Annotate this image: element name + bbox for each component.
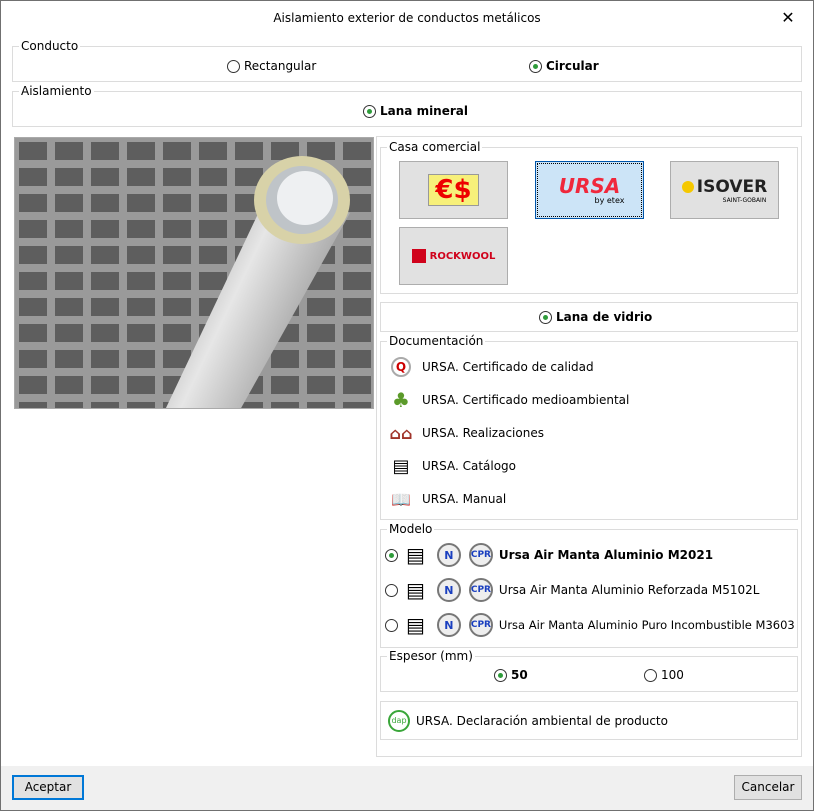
ursa-logo-sub: by etex	[594, 195, 625, 205]
radio-circle[interactable]	[539, 310, 552, 324]
radio-lana-vidrio[interactable]: Lana de vidrio	[539, 310, 652, 324]
isover-dot-icon	[681, 180, 694, 193]
model-radio[interactable]	[385, 548, 398, 562]
model-radio[interactable]	[385, 583, 398, 597]
radio-circle[interactable]	[494, 668, 507, 682]
ursa-logo: URSA	[558, 173, 621, 198]
aislamiento-label: Aislamiento	[19, 84, 94, 98]
model-label: Ursa Air Manta Aluminio Puro Incombustib…	[498, 618, 795, 632]
radio-label: Lana de vidrio	[556, 310, 653, 324]
radio-label: 50	[511, 668, 528, 682]
radio-rectangular[interactable]: Rectangular	[227, 59, 316, 73]
buildings-icon: ⌂⌂	[389, 423, 413, 443]
radio-lana-mineral[interactable]: Lana mineral	[363, 104, 468, 118]
radio-label: Circular	[546, 59, 599, 73]
isover-logo-sub: SAINT-GOBAIN	[722, 196, 767, 204]
radio-circle[interactable]	[227, 59, 240, 73]
radio-label: 100	[661, 668, 684, 682]
doc-item-label: URSA. Certificado medioambiental	[422, 393, 630, 407]
n-mark-icon[interactable]: N	[436, 578, 461, 602]
dap-link[interactable]: dap URSA. Declaración ambiental de produ…	[388, 710, 668, 732]
model-radio[interactable]	[385, 618, 398, 632]
model-row[interactable]: ▤ N CPR Ursa Air Manta Aluminio Puro Inc…	[385, 612, 795, 638]
espesor-label: Espesor (mm)	[387, 649, 475, 663]
doc-item-realizaciones[interactable]: ⌂⌂ URSA. Realizaciones	[390, 422, 544, 444]
radio-label: Rectangular	[244, 59, 317, 73]
model-label: Ursa Air Manta Aluminio M2021	[498, 548, 714, 562]
datasheet-icon[interactable]: ▤	[406, 543, 425, 567]
rockwool-square-icon	[411, 249, 426, 263]
footer-bar	[1, 766, 813, 810]
brand-isover-button[interactable]: ISOVER SAINT-GOBAIN	[670, 161, 779, 219]
accept-button[interactable]: Aceptar	[12, 775, 84, 800]
brand-ursa-button[interactable]: URSA by etex	[535, 161, 644, 219]
brand-generic-button[interactable]: €$	[399, 161, 508, 219]
doc-item-medioambiental[interactable]: ♣ URSA. Certificado medioambiental	[390, 388, 630, 412]
conducto-group: Conducto	[12, 39, 802, 82]
catalog-icon: ▤	[392, 455, 410, 477]
documentacion-label: Documentación	[387, 334, 486, 348]
model-row[interactable]: ▤ N CPR Ursa Air Manta Aluminio M2021	[385, 542, 713, 568]
n-mark-icon[interactable]: N	[436, 613, 461, 637]
radio-espesor-50[interactable]: 50	[494, 668, 528, 682]
duct-illustration	[14, 137, 374, 409]
doc-item-manual[interactable]: 📖 URSA. Manual	[390, 488, 506, 510]
radio-label: Lana mineral	[380, 104, 468, 118]
doc-item-label: URSA. Certificado de calidad	[422, 360, 594, 374]
radio-circular[interactable]: Circular	[529, 59, 599, 73]
conducto-label: Conducto	[19, 39, 81, 53]
doc-item-label: URSA. Manual	[422, 492, 507, 506]
window-title: Aislamiento exterior de conductos metáli…	[273, 11, 541, 25]
datasheet-icon[interactable]: ▤	[406, 578, 425, 602]
manual-book-icon: 📖	[391, 489, 411, 509]
dap-label: URSA. Declaración ambiental de producto	[416, 714, 668, 728]
radio-circle[interactable]	[529, 59, 542, 73]
cpr-icon[interactable]: CPR	[468, 543, 493, 567]
espesor-group: Espesor (mm)	[380, 649, 798, 692]
isover-logo: ISOVER	[696, 176, 768, 197]
doc-item-calidad[interactable]: Q URSA. Certificado de calidad	[390, 356, 594, 378]
modelo-label: Modelo	[387, 522, 435, 536]
cancel-button[interactable]: Cancelar	[734, 775, 802, 800]
cpr-icon[interactable]: CPR	[468, 578, 493, 602]
quality-certificate-icon: Q	[390, 356, 412, 378]
casa-comercial-label: Casa comercial	[387, 140, 483, 154]
model-row[interactable]: ▤ N CPR Ursa Air Manta Aluminio Reforzad…	[385, 577, 759, 603]
doc-item-label: URSA. Realizaciones	[422, 426, 544, 440]
model-label: Ursa Air Manta Aluminio Reforzada M5102L	[498, 583, 760, 597]
rockwool-logo: ROCKWOOL	[429, 250, 496, 262]
dap-icon: dap	[388, 710, 410, 732]
radio-circle[interactable]	[644, 668, 657, 682]
datasheet-icon[interactable]: ▤	[406, 613, 425, 637]
price-tags-icon: €$	[428, 174, 479, 206]
doc-item-catalogo[interactable]: ▤ URSA. Catálogo	[390, 455, 516, 477]
close-icon[interactable]: ✕	[771, 1, 805, 35]
tree-icon: ♣	[392, 388, 410, 412]
radio-espesor-100[interactable]: 100	[644, 668, 684, 682]
doc-item-label: URSA. Catálogo	[422, 459, 517, 473]
cpr-icon[interactable]: CPR	[468, 613, 493, 637]
n-mark-icon[interactable]: N	[436, 543, 461, 567]
brand-rockwool-button[interactable]: ROCKWOOL	[399, 227, 508, 285]
radio-circle[interactable]	[363, 104, 376, 118]
